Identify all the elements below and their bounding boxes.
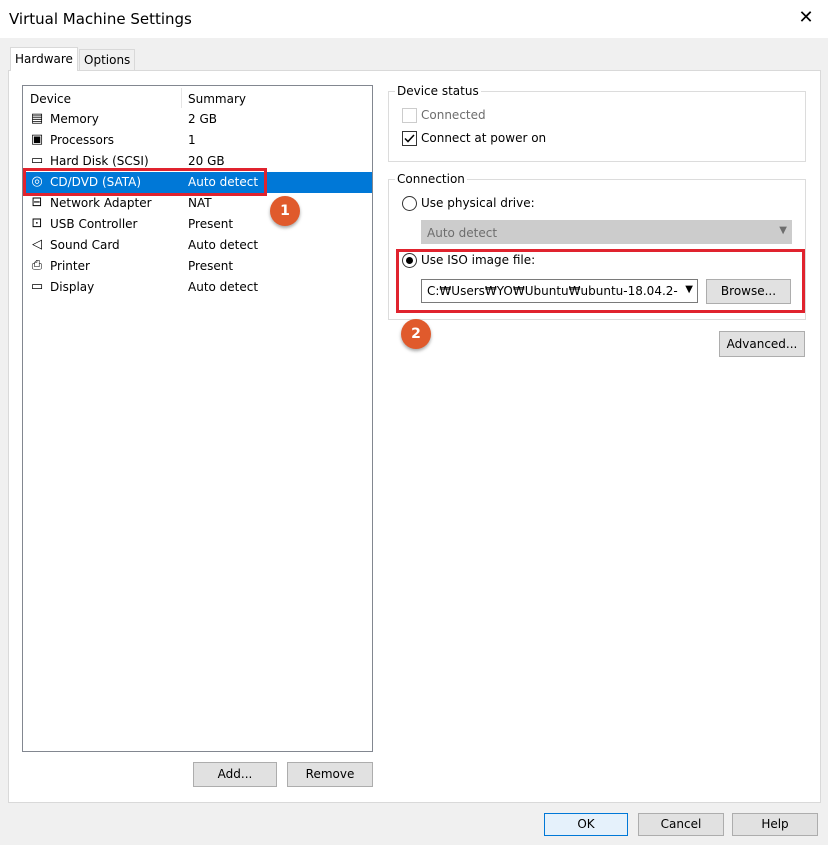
physical-drive-select[interactable]: Auto detect ▼ [421, 220, 792, 244]
device-name: Sound Card [50, 238, 120, 252]
tab-options[interactable]: Options [79, 49, 136, 71]
memory-icon: ▤ [30, 111, 44, 126]
device-summary: Auto detect [188, 238, 259, 252]
device-summary: NAT [188, 196, 212, 210]
device-summary: Present [188, 259, 234, 273]
device-summary: 20 GB [188, 154, 225, 168]
close-icon[interactable]: ✕ [795, 6, 817, 30]
display-icon: ▭ [30, 279, 44, 294]
network-adapter-icon: ⊟ [31, 195, 43, 210]
connected-checkbox[interactable] [402, 108, 417, 123]
chevron-down-icon: ▼ [779, 225, 787, 236]
usb-icon: ⊡ [31, 216, 43, 231]
column-header-summary[interactable]: Summary [188, 92, 246, 106]
highlight-box-cd-dvd [23, 168, 267, 196]
cancel-button[interactable]: Cancel [638, 813, 724, 836]
add-button[interactable]: Add... [193, 762, 277, 787]
advanced-button[interactable]: Advanced... [719, 331, 805, 357]
printer-icon: ⎙ [31, 258, 43, 273]
device-row-memory[interactable]: ▤ Memory 2 GB [23, 109, 372, 130]
connection-label: Connection [395, 172, 467, 186]
column-header-device[interactable]: Device [30, 92, 71, 106]
column-divider[interactable] [181, 88, 182, 108]
use-physical-drive-label: Use physical drive: [421, 196, 535, 210]
physical-drive-value: Auto detect [427, 226, 498, 240]
device-name: Hard Disk (SCSI) [50, 154, 149, 168]
device-summary: Auto detect [188, 280, 259, 294]
device-name: Network Adapter [50, 196, 152, 210]
device-row-network-adapter[interactable]: ⊟ Network Adapter NAT [23, 193, 372, 214]
device-summary: Present [188, 217, 234, 231]
use-physical-drive-radio[interactable] [402, 196, 417, 211]
highlight-box-iso [396, 249, 805, 313]
remove-button[interactable]: Remove [287, 762, 373, 787]
connect-at-power-on-label: Connect at power on [421, 131, 547, 145]
device-row-display[interactable]: ▭ Display Auto detect [23, 277, 372, 298]
title-bar: Virtual Machine Settings ✕ [0, 0, 828, 38]
device-summary: 1 [188, 133, 196, 147]
device-name: Display [50, 280, 95, 294]
device-row-printer[interactable]: ⎙ Printer Present [23, 256, 372, 277]
tab-hardware[interactable]: Hardware [10, 47, 78, 71]
help-button[interactable]: Help [732, 813, 818, 836]
annotation-badge-2: 2 [401, 319, 431, 349]
connect-at-power-on-checkbox[interactable] [402, 131, 417, 146]
device-name: Processors [50, 133, 115, 147]
checkmark-icon [404, 134, 415, 143]
device-name: USB Controller [50, 217, 138, 231]
processor-icon: ▣ [30, 132, 44, 147]
device-status-group [388, 91, 806, 162]
device-row-processors[interactable]: ▣ Processors 1 [23, 130, 372, 151]
device-status-label: Device status [395, 84, 481, 98]
device-row-sound-card[interactable]: ◁ Sound Card Auto detect [23, 235, 372, 256]
window-title: Virtual Machine Settings [9, 10, 192, 28]
device-name: Printer [50, 259, 90, 273]
device-summary: 2 GB [188, 112, 217, 126]
ok-button[interactable]: OK [544, 813, 628, 836]
device-name: Memory [50, 112, 99, 126]
device-row-usb-controller[interactable]: ⊡ USB Controller Present [23, 214, 372, 235]
annotation-badge-1: 1 [270, 196, 300, 226]
hard-disk-icon: ▭ [30, 153, 44, 168]
connected-label: Connected [421, 108, 486, 122]
speaker-icon: ◁ [32, 237, 42, 252]
